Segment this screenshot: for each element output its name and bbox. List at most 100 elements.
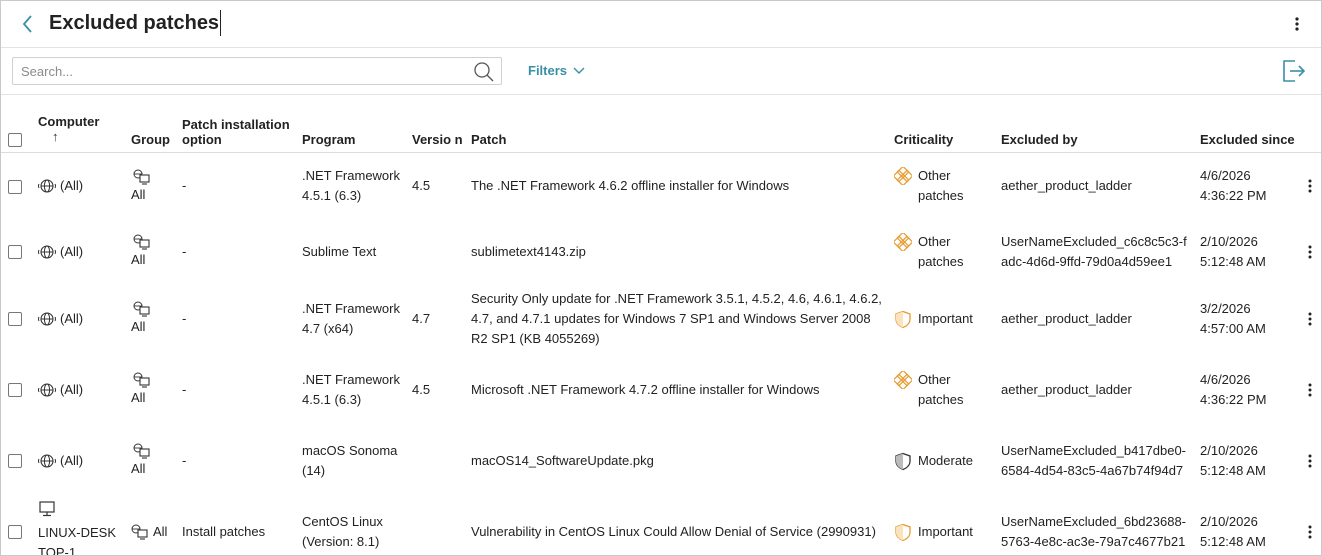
version: 4.5 <box>412 381 431 397</box>
row-checkbox[interactable] <box>8 454 22 469</box>
installation-option: - <box>182 243 187 259</box>
shield-important-icon <box>895 523 911 541</box>
patch-name: macOS14_SoftwareUpdate.pkg <box>471 452 654 468</box>
row-checkbox[interactable] <box>8 525 22 540</box>
table-row[interactable]: (All) All - .NET Framework 4.5.1 (6.3) 4… <box>1 152 1321 220</box>
filters-button[interactable]: Filters <box>528 63 585 78</box>
installation-option: Install patches <box>182 523 266 539</box>
row-actions-button[interactable] <box>1304 177 1316 195</box>
excluded-by: aether_product_ladder <box>1001 381 1132 397</box>
computer-name: (All) <box>60 452 84 468</box>
computer-name: (All) <box>60 381 84 397</box>
criticality-label: Other patches <box>918 371 964 407</box>
excluded-since-time: 5:12:48 AM <box>1200 533 1266 549</box>
row-actions-button[interactable] <box>1304 523 1316 541</box>
table-row[interactable]: (All) All - .NET Framework 4.5.1 (6.3) 4… <box>1 354 1321 425</box>
row-checkbox[interactable] <box>8 312 22 327</box>
table-row[interactable]: (All) All - .NET Framework 4.7 (x64) 4.7… <box>1 283 1321 354</box>
group-icon <box>133 372 150 388</box>
back-button[interactable] <box>17 12 37 36</box>
row-checkbox[interactable] <box>8 245 22 260</box>
patch-name: sublimetext4143.zip <box>471 243 586 259</box>
installation-option: - <box>182 452 187 468</box>
column-header-excluded-since[interactable]: Excluded since <box>1196 95 1300 153</box>
column-header-installation-option[interactable]: Patch installation option <box>178 95 298 153</box>
column-header-patch[interactable]: Patch <box>467 95 890 153</box>
program-name: .NET Framework 4.5.1 (6.3) <box>302 168 400 204</box>
computer-name: (All) <box>60 178 84 194</box>
globe-network-icon <box>38 179 56 193</box>
globe-network-icon <box>38 244 56 259</box>
kebab-menu-icon <box>1308 454 1312 467</box>
row-checkbox[interactable] <box>8 383 22 398</box>
patch-name: Security Only update for .NET Framework … <box>471 290 882 346</box>
version <box>408 220 467 283</box>
excluded-by: UserNameExcluded_6bd23688-5763-4e8c-ac3e… <box>1001 513 1187 549</box>
table-header-row: Computer ↑ Group Patch installation opti… <box>1 95 1321 153</box>
group-name: All <box>131 461 146 476</box>
column-header-excluded-by[interactable]: Excluded by <box>997 95 1196 153</box>
excluded-by: aether_product_ladder <box>1001 310 1132 326</box>
toolbar: Filters <box>1 48 1321 95</box>
version <box>408 496 467 555</box>
row-actions-button[interactable] <box>1304 243 1316 261</box>
other-patches-icon <box>894 370 912 389</box>
globe-network-icon <box>38 453 56 468</box>
version <box>408 425 467 496</box>
group-icon <box>133 443 150 459</box>
excluded-since-date: 2/10/2026 <box>1200 513 1258 529</box>
criticality-label: Important <box>918 523 973 539</box>
shield-important-icon <box>895 310 911 328</box>
table-row[interactable]: LINUX-DESKTOP-1 All Install patches Cent… <box>1 496 1321 556</box>
excluded-since-date: 4/6/2026 <box>1200 371 1251 387</box>
row-actions-button[interactable] <box>1304 452 1316 470</box>
table-row[interactable]: (All) All - macOS Sonoma (14) macOS14_So… <box>1 425 1321 496</box>
excluded-patches-panel: Excluded patches Filters <box>0 0 1322 556</box>
kebab-menu-icon <box>1308 312 1312 325</box>
version: 4.5 <box>412 178 431 194</box>
computer-name: (All) <box>60 310 84 326</box>
group-icon <box>133 169 150 185</box>
group-name: All <box>153 523 168 539</box>
filters-label: Filters <box>528 63 568 78</box>
excluded-since-date: 2/10/2026 <box>1200 233 1258 249</box>
excluded-since-time: 5:12:48 AM <box>1200 253 1266 269</box>
kebab-menu-icon <box>1295 17 1299 31</box>
patch-name: Vulnerability in CentOS Linux Could Allo… <box>471 523 876 539</box>
row-actions-button[interactable] <box>1304 381 1316 399</box>
excluded-since-date: 4/6/2026 <box>1200 168 1251 184</box>
search-icon[interactable] <box>473 61 495 83</box>
criticality-label: Important <box>918 310 973 326</box>
group-icon <box>131 524 148 540</box>
excluded-since-time: 4:36:22 PM <box>1200 188 1267 204</box>
excluded-by: aether_product_ladder <box>1001 178 1132 194</box>
column-header-computer[interactable]: Computer ↑ <box>34 95 127 153</box>
group-name: All <box>131 319 146 334</box>
export-icon[interactable] <box>1280 58 1306 84</box>
page-header: Excluded patches <box>1 1 1321 48</box>
group-icon <box>133 301 150 317</box>
column-header-criticality[interactable]: Criticality <box>890 95 997 153</box>
column-header-program[interactable]: Program <box>298 95 408 153</box>
excluded-since-time: 4:57:00 AM <box>1200 320 1266 336</box>
criticality-label: Other patches <box>918 233 964 269</box>
select-all-checkbox[interactable] <box>8 132 22 147</box>
row-checkbox[interactable] <box>8 179 22 194</box>
column-header-actions <box>1300 95 1321 153</box>
search-input[interactable] <box>13 58 453 84</box>
table-row[interactable]: (All) All - Sublime Text sublimetext4143… <box>1 220 1321 283</box>
column-header-group[interactable]: Group <box>127 95 178 153</box>
computer-name: LINUX-DESKTOP-1 <box>38 524 117 556</box>
program-name: macOS Sonoma (14) <box>302 442 398 478</box>
more-options-button[interactable] <box>1291 14 1303 34</box>
group-name: All <box>131 390 146 405</box>
program-name: Sublime Text <box>302 243 377 259</box>
installation-option: - <box>182 381 187 397</box>
version: 4.7 <box>412 310 431 326</box>
chevron-down-icon <box>573 67 585 74</box>
row-actions-button[interactable] <box>1304 310 1316 328</box>
kebab-menu-icon <box>1308 179 1312 193</box>
globe-network-icon <box>38 311 56 326</box>
excluded-since-time: 4:36:22 PM <box>1200 391 1267 407</box>
column-header-version[interactable]: Versio n <box>408 95 467 153</box>
